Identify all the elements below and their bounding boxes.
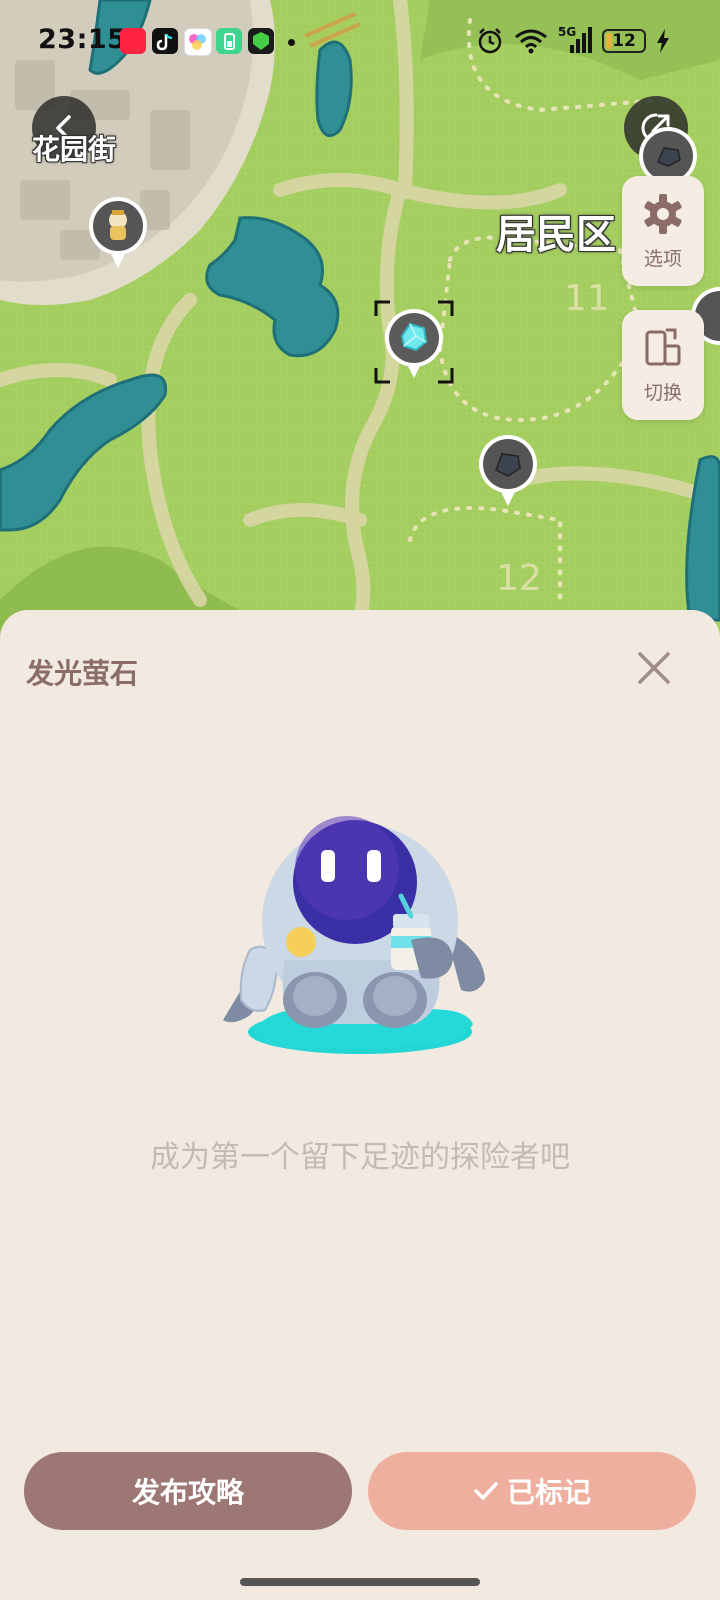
- more-notifications-dot: [288, 39, 295, 46]
- system-icons: 5G 12: [476, 24, 670, 58]
- close-icon: [638, 652, 670, 684]
- zone-number-12: 12: [496, 558, 542, 599]
- zone-number-11: 11: [564, 278, 610, 319]
- switch-button[interactable]: 切换: [622, 310, 704, 420]
- charging-icon: [657, 29, 669, 53]
- close-button[interactable]: [634, 648, 674, 688]
- battery-app-icon: [216, 28, 242, 54]
- sheet-title: 发光萤石: [26, 657, 139, 690]
- gear-icon: [644, 193, 682, 234]
- tiktok-icon: [152, 28, 178, 54]
- map-view[interactable]: 23:15 5G 12 花园街 居民区 11 12 选项 切换: [0, 0, 720, 640]
- selection-bracket-icon: [374, 300, 454, 384]
- home-indicator[interactable]: [240, 1578, 480, 1586]
- switch-label: 切换: [643, 381, 682, 404]
- map-pin-npc[interactable]: [86, 196, 150, 272]
- options-label: 选项: [643, 247, 682, 270]
- status-time: 23:15: [38, 24, 127, 55]
- photos-icon: [184, 28, 212, 56]
- switch-device-icon: [645, 328, 681, 365]
- battery-level: 12: [612, 31, 636, 51]
- checkmark-icon: [474, 1482, 498, 1500]
- robot-mascot-illustration: [223, 816, 485, 1054]
- map-pin-ore[interactable]: [476, 434, 540, 510]
- map-label-garden-street: 花园街: [32, 133, 117, 166]
- options-button[interactable]: 选项: [622, 176, 704, 286]
- marked-label: 已标记: [506, 1476, 591, 1509]
- battery-indicator: 12: [602, 29, 646, 53]
- shield-app-icon: [248, 28, 274, 54]
- publish-guide-label: 发布攻略: [131, 1476, 244, 1509]
- cellular-signal-icon: 5G: [558, 25, 592, 55]
- status-bar: 23:15 5G 12: [0, 0, 720, 84]
- wifi-icon: [515, 29, 547, 54]
- map-background: [0, 0, 720, 640]
- publish-guide-button[interactable]: 发布攻略: [24, 1452, 352, 1530]
- detail-sheet: 发光萤石 成为第一个留下足迹的探险者吧 发布攻略 已标记: [0, 610, 720, 1570]
- xiaohongshu-icon: [120, 28, 146, 54]
- marked-button[interactable]: 已标记: [368, 1452, 696, 1530]
- empty-state-message: 成为第一个留下足迹的探险者吧: [150, 1140, 570, 1175]
- alarm-icon: [478, 28, 502, 54]
- map-label-residential-area: 居民区: [496, 212, 616, 258]
